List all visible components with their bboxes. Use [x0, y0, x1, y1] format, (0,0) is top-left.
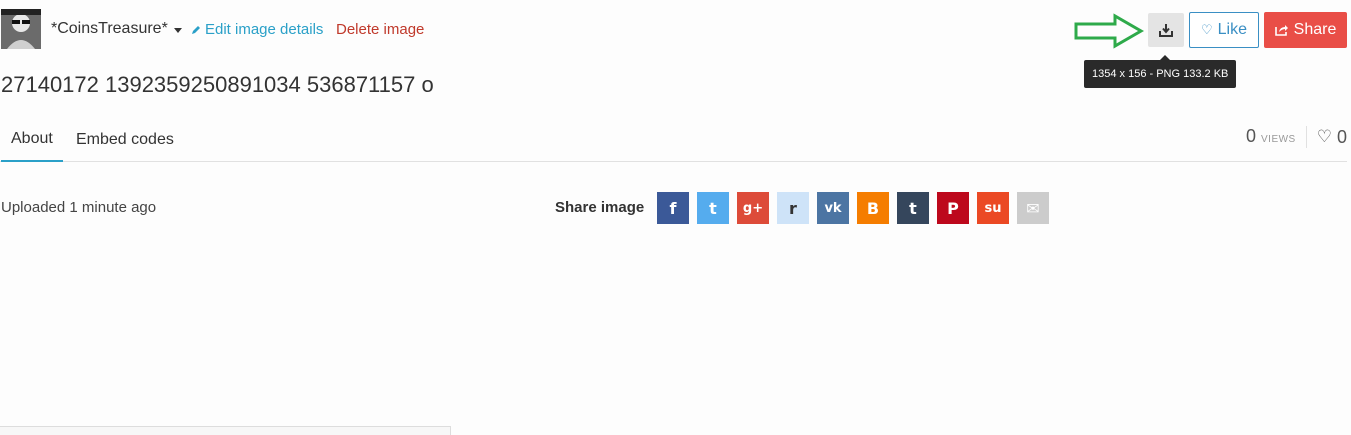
- image-title: 27140172 1392359250891034 536871157 o: [1, 72, 434, 97]
- image-stats: 0 VIEWS ♡ 0: [1246, 117, 1347, 157]
- top-bar: *CoinsTreasure* Edit image details Delet…: [0, 0, 1351, 88]
- share-label: Share: [1293, 21, 1337, 38]
- views-counter: 0 VIEWS: [1246, 126, 1307, 148]
- views-count: 0: [1245, 126, 1256, 146]
- google-plus-icon[interactable]: g+: [737, 192, 769, 224]
- reddit-icon[interactable]: r: [777, 192, 809, 224]
- edit-label: Edit image details: [205, 21, 324, 38]
- tab-bar: About Embed codes 0 VIEWS ♡ 0: [0, 117, 1347, 162]
- likes-count: 0: [1336, 126, 1347, 147]
- heart-icon: ♡: [1200, 22, 1213, 37]
- twitter-icon[interactable]: t: [697, 192, 729, 224]
- heart-outline-icon: ♡: [1316, 127, 1332, 146]
- stumbleupon-icon[interactable]: su: [977, 192, 1009, 224]
- share-icons-row: f t g+ r vk Bt Psu ✉: [657, 192, 1049, 224]
- caret-down-icon: [173, 27, 182, 33]
- views-label: VIEWS: [1261, 134, 1296, 145]
- status-bar: [0, 426, 451, 435]
- tumblr-icon[interactable]: t: [897, 192, 929, 224]
- likes-counter: ♡ 0: [1307, 127, 1347, 148]
- like-button[interactable]: ♡ Like: [1189, 12, 1259, 48]
- avatar[interactable]: [1, 9, 41, 49]
- vk-icon[interactable]: vk: [817, 192, 849, 224]
- download-button[interactable]: [1148, 13, 1184, 47]
- username-label: *CoinsTreasure*: [51, 20, 168, 37]
- green-arrow-annotation: [1074, 13, 1145, 49]
- like-label: Like: [1217, 21, 1247, 38]
- blogger-icon[interactable]: B: [857, 192, 889, 224]
- facebook-icon[interactable]: f: [657, 192, 689, 224]
- pinterest-icon[interactable]: P: [937, 192, 969, 224]
- share-image-label: Share image: [555, 199, 645, 216]
- share-button[interactable]: Share: [1264, 12, 1347, 48]
- edit-image-details-link[interactable]: Edit image details: [191, 21, 323, 38]
- pencil-icon: [192, 25, 200, 34]
- delete-image-link[interactable]: Delete image: [336, 21, 424, 38]
- username-dropdown[interactable]: *CoinsTreasure*: [51, 20, 182, 38]
- download-tooltip: 1354 x 156 - PNG 133.2 KB: [1084, 55, 1237, 88]
- uploaded-time: Uploaded 1 minute ago: [1, 199, 157, 216]
- email-icon[interactable]: ✉: [1017, 192, 1049, 224]
- tab-embed-codes[interactable]: Embed codes: [66, 117, 184, 162]
- download-icon: [1159, 23, 1173, 37]
- tab-about[interactable]: About: [1, 117, 63, 162]
- share-icon: [1274, 25, 1288, 36]
